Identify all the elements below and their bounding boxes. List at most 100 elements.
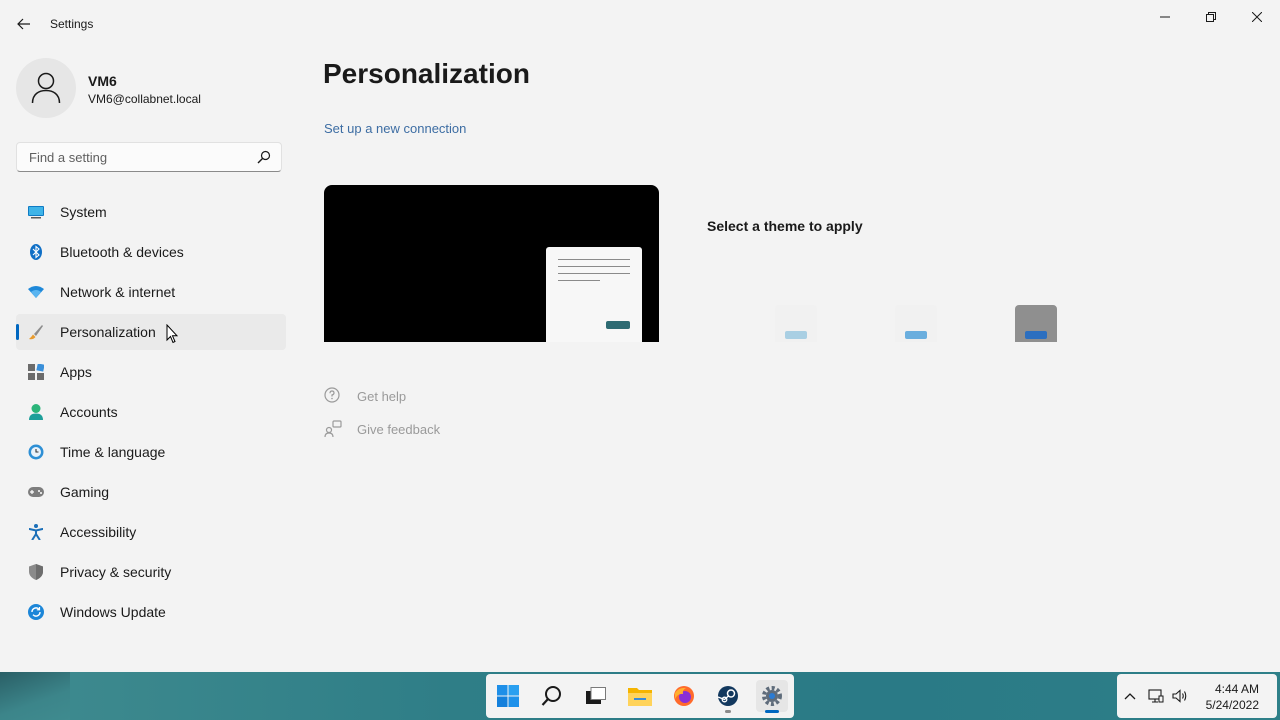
sidebar-item-privacy[interactable]: Privacy & security: [16, 554, 286, 590]
sidebar-item-system[interactable]: System: [16, 194, 286, 230]
preview-window: [546, 247, 642, 342]
title-bar: Settings: [0, 0, 1280, 48]
preview-line: [558, 259, 630, 260]
search-input[interactable]: [27, 149, 251, 166]
sidebar-item-accessibility[interactable]: Accessibility: [16, 514, 286, 550]
file-explorer-icon: [628, 688, 652, 706]
sidebar-item-windows-update[interactable]: Windows Update: [16, 594, 286, 630]
volume-icon: [1172, 689, 1187, 703]
sidebar-item-label: Apps: [60, 364, 92, 380]
accounts-icon: [28, 404, 44, 420]
preview-line: [558, 280, 600, 281]
accessibility-icon: [28, 524, 44, 540]
profile-name: VM6: [88, 73, 117, 89]
active-indicator: [765, 710, 779, 713]
network-tray-button[interactable]: [1148, 688, 1164, 704]
sidebar-item-bluetooth[interactable]: Bluetooth & devices: [16, 234, 286, 270]
sidebar-item-network[interactable]: Network & internet: [16, 274, 286, 310]
profile-email: VM6@collabnet.local: [88, 92, 201, 106]
clock-date[interactable]: 5/24/2022: [1206, 698, 1259, 712]
theme-tile-1[interactable]: [775, 305, 817, 342]
restore-icon: [1206, 12, 1216, 22]
give-feedback-link[interactable]: Give feedback: [324, 420, 440, 438]
clock-globe-icon: [28, 444, 44, 460]
theme-tile-3[interactable]: [1015, 305, 1057, 342]
theme-accent-bar: [785, 331, 807, 339]
sidebar-nav: System Bluetooth & devices Network & int…: [16, 194, 286, 634]
preview-line: [558, 273, 630, 274]
theme-prompt: Select a theme to apply: [707, 218, 863, 234]
bluetooth-icon: [28, 244, 44, 260]
chevron-up-icon: [1124, 693, 1136, 700]
wallpaper-strip: [0, 672, 70, 720]
sidebar-item-label: Accessibility: [60, 524, 137, 540]
file-explorer-button[interactable]: [624, 680, 656, 712]
task-view-button[interactable]: [580, 680, 612, 712]
settings-app-button[interactable]: [756, 680, 788, 713]
preview-button: [606, 321, 630, 329]
start-icon: [497, 685, 519, 707]
sidebar-item-label: Time & language: [60, 444, 166, 460]
setup-connection-link[interactable]: Set up a new connection: [324, 121, 466, 136]
user-profile[interactable]: VM6 VM6@collabnet.local: [16, 58, 286, 118]
theme-accent-bar: [905, 331, 927, 339]
mouse-cursor-icon: [166, 324, 178, 344]
wifi-icon: [28, 284, 44, 300]
search-icon: [541, 686, 561, 706]
sidebar-item-label: Privacy & security: [60, 564, 172, 580]
gamepad-icon: [28, 484, 44, 500]
sidebar-item-label: Network & internet: [60, 284, 176, 300]
sidebar-item-label: Accounts: [60, 404, 118, 420]
clock-time[interactable]: 4:44 AM: [1215, 682, 1259, 696]
update-icon: [28, 604, 44, 620]
settings-search-box[interactable]: [16, 142, 282, 172]
help-icon: [324, 387, 342, 405]
close-button[interactable]: [1234, 4, 1280, 30]
preview-line: [558, 266, 630, 267]
get-help-label: Get help: [357, 388, 407, 404]
give-feedback-label: Give feedback: [357, 421, 441, 437]
sidebar-item-label: Personalization: [60, 324, 156, 340]
sidebar-item-label: Bluetooth & devices: [60, 244, 184, 260]
sidebar-item-personalization[interactable]: Personalization: [16, 314, 286, 350]
close-icon: [1252, 12, 1262, 22]
volume-tray-button[interactable]: [1172, 688, 1188, 704]
sidebar-item-time-language[interactable]: Time & language: [16, 434, 286, 470]
arrow-left-icon: [17, 18, 30, 30]
system-tray: 4:44 AM 5/24/2022: [1117, 674, 1277, 718]
person-icon: [31, 72, 61, 104]
minimize-button[interactable]: [1142, 4, 1188, 30]
show-hidden-icons-button[interactable]: [1122, 688, 1138, 704]
task-view-icon: [586, 687, 606, 704]
sidebar-item-label: System: [60, 204, 107, 220]
app-title: Settings: [50, 17, 94, 31]
restore-button[interactable]: [1188, 4, 1234, 30]
monitor-icon: [28, 204, 44, 220]
theme-tile-2[interactable]: [895, 305, 937, 342]
sidebar-item-gaming[interactable]: Gaming: [16, 474, 286, 510]
shield-icon: [28, 564, 44, 580]
sidebar-item-apps[interactable]: Apps: [16, 354, 286, 390]
sidebar-item-label: Gaming: [60, 484, 110, 500]
theme-accent-bar: [1025, 331, 1047, 339]
taskbar-apps: [486, 674, 794, 718]
back-button[interactable]: [12, 12, 36, 36]
settings-icon: [762, 686, 782, 706]
firefox-button[interactable]: [668, 680, 700, 712]
taskbar-search-button[interactable]: [536, 680, 568, 712]
firefox-icon: [674, 686, 694, 706]
steam-button[interactable]: [712, 680, 744, 713]
running-indicator: [725, 710, 731, 713]
feedback-icon: [324, 420, 342, 438]
sidebar-item-accounts[interactable]: Accounts: [16, 394, 286, 430]
search-icon[interactable]: [257, 150, 271, 164]
page-title: Personalization: [323, 58, 530, 89]
taskbar: 4:44 AM 5/24/2022: [0, 672, 1280, 720]
get-help-link[interactable]: Get help: [324, 387, 406, 405]
apps-icon: [28, 364, 44, 380]
start-button[interactable]: [492, 680, 524, 712]
minimize-icon: [1160, 16, 1170, 18]
avatar: [16, 58, 76, 118]
sidebar-item-label: Windows Update: [60, 604, 166, 620]
steam-icon: [717, 686, 738, 706]
